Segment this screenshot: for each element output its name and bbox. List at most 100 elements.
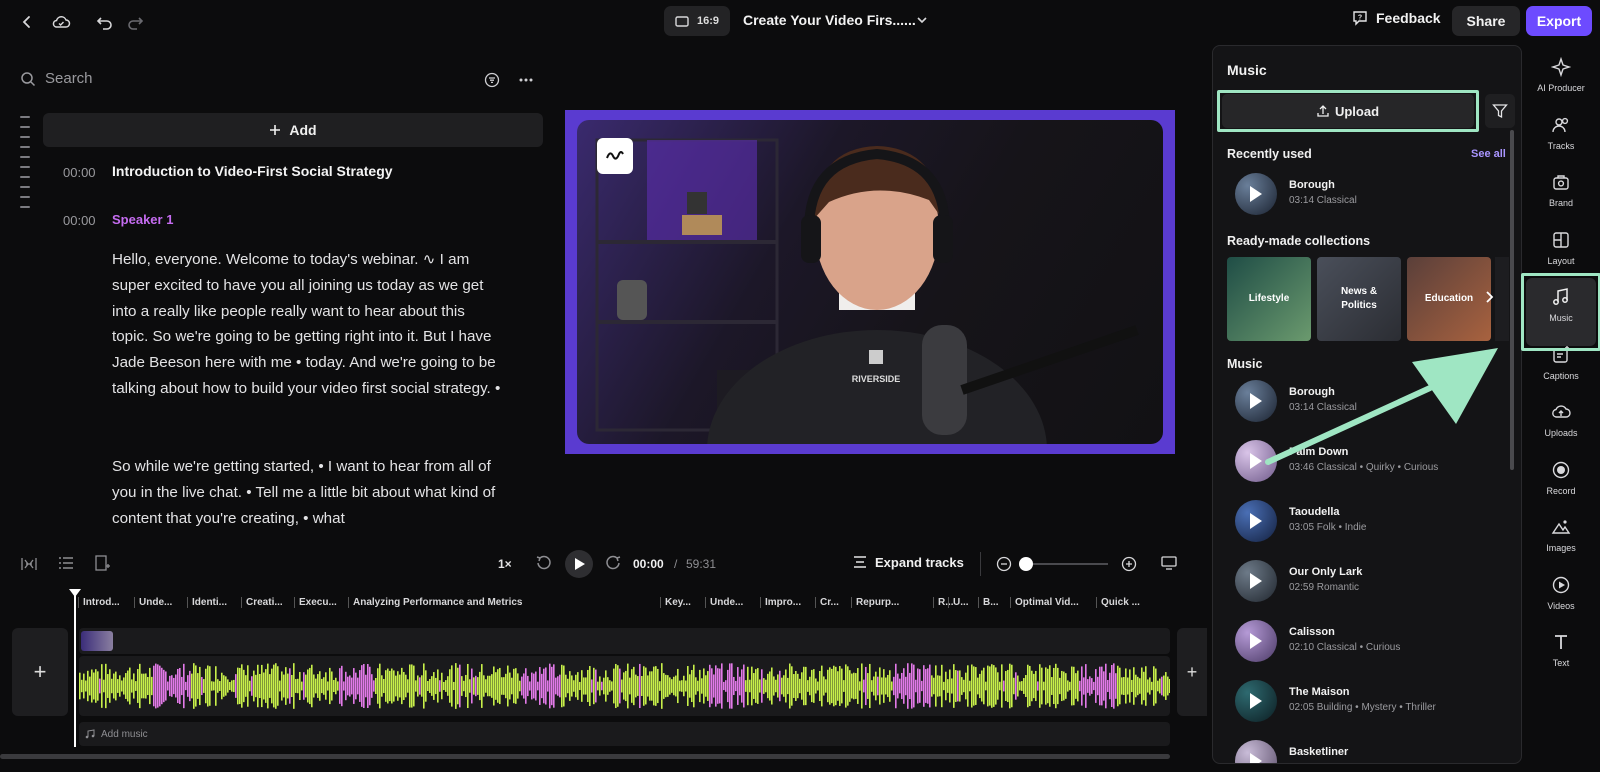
list-icon[interactable] bbox=[58, 556, 74, 570]
rail-item-tracks[interactable]: Tracks bbox=[1522, 115, 1600, 169]
filter-icon[interactable] bbox=[484, 72, 500, 88]
play-icon[interactable] bbox=[1250, 513, 1262, 529]
more-options-icon[interactable] bbox=[518, 72, 534, 88]
music-track-item[interactable]: Our Only Lark 02:59 Romantic bbox=[1235, 560, 1505, 604]
rail-item-text[interactable]: Text bbox=[1522, 632, 1600, 686]
rail-item-record[interactable]: Record bbox=[1522, 460, 1600, 514]
chapter-marker[interactable]: Optimal Vid... bbox=[1010, 597, 1079, 608]
preview-screen-icon[interactable] bbox=[1161, 556, 1177, 570]
playback-speed[interactable]: 1× bbox=[498, 557, 512, 571]
transcript-paragraph[interactable]: Hello, everyone. Welcome to today's webi… bbox=[112, 247, 502, 402]
chevron-right-icon[interactable] bbox=[1485, 290, 1495, 304]
chapter-marker[interactable]: U... bbox=[948, 597, 969, 608]
feedback-button[interactable]: ? Feedback bbox=[1352, 10, 1441, 26]
speaker-timestamp[interactable]: 00:00 bbox=[63, 213, 96, 228]
playhead-handle[interactable] bbox=[69, 589, 81, 597]
zoom-slider-handle[interactable] bbox=[1019, 557, 1034, 571]
project-title[interactable]: Create Your Video Firs...... bbox=[743, 12, 916, 28]
music-track-item[interactable]: Basketliner bbox=[1235, 740, 1505, 763]
share-button[interactable]: Share bbox=[1452, 6, 1520, 36]
chapter-marker[interactable]: Identi... bbox=[187, 597, 227, 608]
chevron-down-icon[interactable] bbox=[916, 15, 928, 25]
collection-news-politics[interactable]: News & Politics bbox=[1317, 257, 1401, 341]
see-all-link[interactable]: See all bbox=[1471, 148, 1506, 160]
music-track-item[interactable]: Taoudella 03:05 Folk • Indie bbox=[1235, 500, 1505, 544]
video-track[interactable] bbox=[79, 628, 1170, 654]
chapter-marker[interactable]: Cr... bbox=[815, 597, 839, 608]
rail-item-ai-producer[interactable]: AI Producer bbox=[1522, 57, 1600, 111]
chapter-marker[interactable]: Unde... bbox=[705, 597, 743, 608]
transcript-paragraph[interactable]: So while we're getting started, • I want… bbox=[112, 454, 502, 531]
speaker-label[interactable]: Speaker 1 bbox=[112, 212, 173, 227]
track-name: Our Only Lark bbox=[1289, 566, 1363, 578]
total-time: 59:31 bbox=[686, 557, 717, 571]
undo-icon[interactable] bbox=[94, 11, 116, 33]
add-chapter-button[interactable]: Add bbox=[43, 113, 543, 147]
chapter-marker[interactable]: Introd... bbox=[78, 597, 120, 608]
play-icon[interactable] bbox=[1250, 753, 1262, 763]
play-icon[interactable] bbox=[1250, 633, 1262, 649]
chapter-marker[interactable]: Key... bbox=[660, 597, 691, 608]
annotation-arrow-icon bbox=[1265, 348, 1498, 465]
music-panel-scrollbar[interactable] bbox=[1510, 130, 1514, 470]
back-icon[interactable] bbox=[16, 11, 38, 33]
transcript-outline-scrubber[interactable] bbox=[20, 116, 30, 216]
chapter-marker[interactable]: Execu... bbox=[294, 597, 337, 608]
rail-label: Uploads bbox=[1544, 428, 1578, 438]
chapter-marker[interactable]: Repurp... bbox=[851, 597, 899, 608]
play-icon[interactable] bbox=[1250, 693, 1262, 709]
recent-track-item[interactable]: Borough 03:14 Classical bbox=[1235, 173, 1505, 217]
zoom-in-icon[interactable] bbox=[1121, 556, 1137, 572]
music-heading: Music bbox=[1227, 357, 1263, 371]
music-track-item[interactable]: The Maison 02:05 Building • Mystery • Thr… bbox=[1235, 680, 1505, 724]
cloud-saved-icon[interactable] bbox=[50, 11, 72, 33]
funnel-icon bbox=[1492, 103, 1508, 119]
music-track-item[interactable]: Calisson 02:10 Classical • Curious bbox=[1235, 620, 1505, 664]
export-button[interactable]: Export bbox=[1526, 6, 1592, 36]
split-icon[interactable] bbox=[20, 556, 38, 572]
ai-producer-icon bbox=[1551, 57, 1571, 77]
forward-icon[interactable] bbox=[605, 554, 621, 572]
chapter-marker[interactable]: B... bbox=[978, 597, 999, 608]
playhead[interactable] bbox=[74, 591, 76, 747]
add-track-button[interactable]: + bbox=[12, 628, 68, 716]
collection-education[interactable]: Education bbox=[1407, 257, 1491, 341]
chapter-title[interactable]: Introduction to Video-First Social Strat… bbox=[112, 163, 393, 179]
rail-item-brand[interactable]: Brand bbox=[1522, 172, 1600, 226]
add-label: Add bbox=[289, 122, 317, 138]
upload-button[interactable]: Upload bbox=[1222, 94, 1474, 128]
add-track-right-button[interactable]: + bbox=[1177, 628, 1207, 716]
rail-item-uploads[interactable]: Uploads bbox=[1522, 402, 1600, 456]
rail-item-captions[interactable]: Captions bbox=[1522, 345, 1600, 399]
chapter-marker[interactable]: Quick ... bbox=[1096, 597, 1140, 608]
chapter-marker[interactable]: Analyzing Performance and Metrics bbox=[348, 597, 523, 608]
aspect-ratio-button[interactable]: 16:9 bbox=[664, 6, 730, 36]
rail-item-videos[interactable]: Videos bbox=[1522, 575, 1600, 629]
video-preview[interactable]: RIVERSIDE bbox=[565, 110, 1175, 454]
play-button[interactable] bbox=[565, 550, 593, 578]
transcript-search[interactable]: Search bbox=[20, 70, 93, 87]
track-meta: 02:10 Classical • Curious bbox=[1289, 642, 1401, 653]
chapter-marker[interactable]: Creati... bbox=[241, 597, 283, 608]
text-icon bbox=[1551, 632, 1571, 652]
collection-lifestyle[interactable]: Lifestyle bbox=[1227, 257, 1311, 341]
chapter-marker[interactable]: Unde... bbox=[134, 597, 172, 608]
track-name: Basketliner bbox=[1289, 746, 1349, 758]
redo-icon[interactable] bbox=[124, 11, 146, 33]
music-filter-button[interactable] bbox=[1485, 94, 1515, 128]
track-thumbnail bbox=[1235, 500, 1277, 542]
chapter-timestamp[interactable]: 00:00 bbox=[63, 165, 96, 180]
add-layer-icon[interactable] bbox=[95, 555, 111, 571]
zoom-out-icon[interactable] bbox=[996, 556, 1012, 572]
zoom-slider[interactable] bbox=[1022, 563, 1108, 565]
rail-item-images[interactable]: Images bbox=[1522, 517, 1600, 571]
add-music-track[interactable]: Add music bbox=[79, 722, 1170, 746]
track-thumbnail bbox=[1235, 740, 1277, 763]
play-icon[interactable] bbox=[1250, 573, 1262, 589]
rewind-icon[interactable] bbox=[536, 554, 552, 572]
play-icon[interactable] bbox=[1250, 186, 1262, 202]
expand-tracks-button[interactable]: Expand tracks bbox=[852, 554, 964, 570]
chapter-marker[interactable]: Impro... bbox=[760, 597, 801, 608]
timeline-scrollbar[interactable] bbox=[0, 754, 1170, 759]
audio-track[interactable] bbox=[79, 656, 1170, 716]
